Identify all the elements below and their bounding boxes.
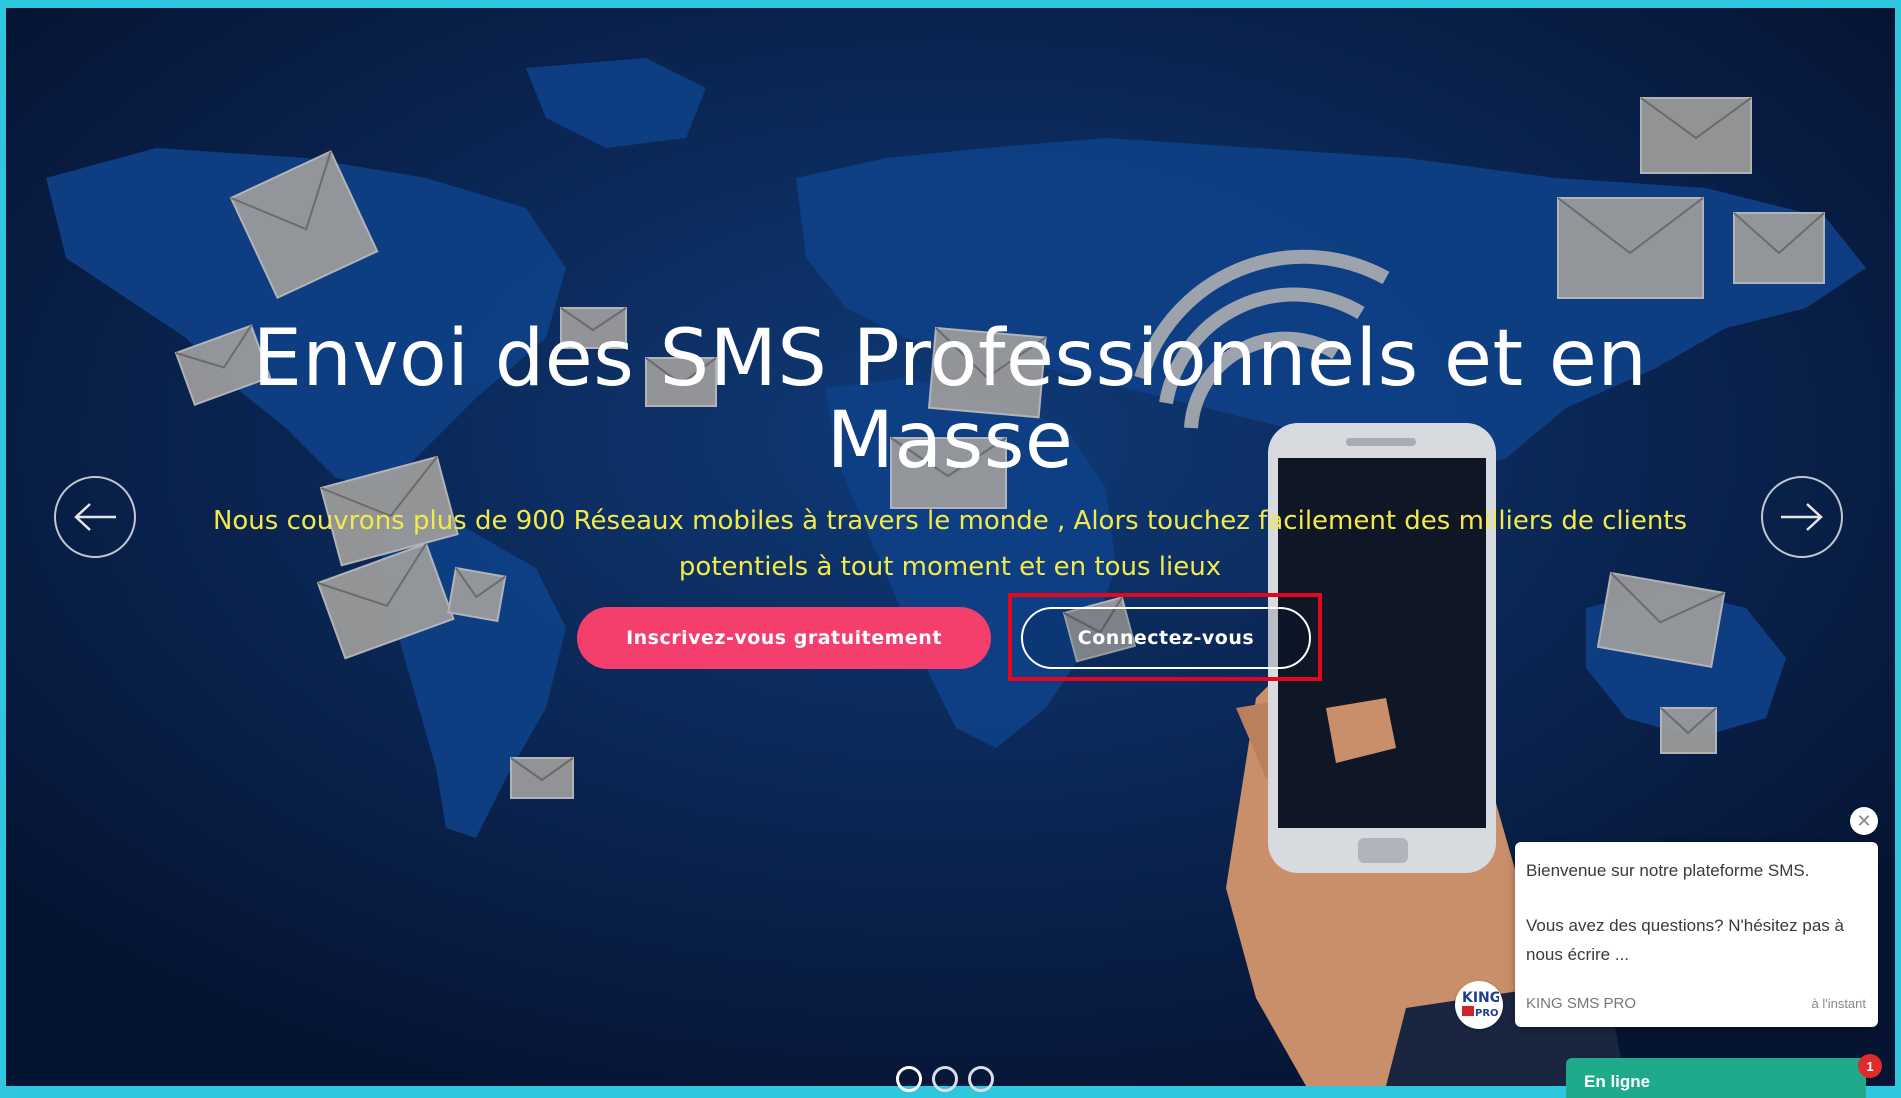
signup-button[interactable]: Inscrivez-vous gratuitement bbox=[577, 607, 991, 669]
chat-message-line2: Vous avez des questions? N'hésitez pas à… bbox=[1526, 916, 1844, 964]
hero-title-line2: Masse bbox=[826, 396, 1074, 486]
chat-welcome-bubble[interactable]: Bienvenue sur notre plateforme SMS. Vous… bbox=[1515, 842, 1878, 1027]
carousel-prev-button[interactable] bbox=[54, 476, 136, 558]
arrow-right-icon bbox=[1781, 503, 1823, 531]
chat-unread-badge: 1 bbox=[1858, 1054, 1882, 1078]
arrow-left-icon bbox=[74, 503, 116, 531]
hero-subtitle: Nous couvrons plus de 900 Réseaux mobile… bbox=[200, 498, 1700, 590]
hero-subtitle-line2: potentiels à tout moment et en tous lieu… bbox=[678, 552, 1222, 582]
login-highlight-box bbox=[1008, 593, 1322, 681]
carousel-dot-1[interactable] bbox=[896, 1066, 922, 1092]
chat-meta: KING SMS PRO à l'instant bbox=[1526, 995, 1866, 1012]
chat-timestamp: à l'instant bbox=[1811, 996, 1866, 1011]
hero-title: Envoi des SMS Professionnels et en Masse bbox=[200, 318, 1700, 482]
chat-close-button[interactable]: ✕ bbox=[1850, 807, 1878, 835]
king-sms-logo: KING PRO bbox=[1462, 990, 1499, 1019]
chat-agent-avatar: KING PRO bbox=[1455, 981, 1503, 1029]
carousel-dot-2[interactable] bbox=[932, 1066, 958, 1092]
chat-agent-name: KING SMS PRO bbox=[1526, 995, 1637, 1012]
svg-text:KING: KING bbox=[1462, 990, 1499, 1006]
carousel-next-button[interactable] bbox=[1761, 476, 1843, 558]
svg-text:PRO: PRO bbox=[1475, 1008, 1499, 1019]
hero-title-line1: Envoi des SMS Professionnels et en bbox=[252, 314, 1648, 404]
hero-subtitle-line1: Nous couvrons plus de 900 Réseaux mobile… bbox=[212, 506, 1688, 536]
chat-message-line1: Bienvenue sur notre plateforme SMS. bbox=[1526, 861, 1810, 880]
carousel-indicators bbox=[896, 1066, 994, 1092]
close-icon: ✕ bbox=[1856, 810, 1872, 832]
carousel-dot-3[interactable] bbox=[968, 1066, 994, 1092]
chat-status-bar[interactable]: En ligne bbox=[1566, 1058, 1866, 1098]
